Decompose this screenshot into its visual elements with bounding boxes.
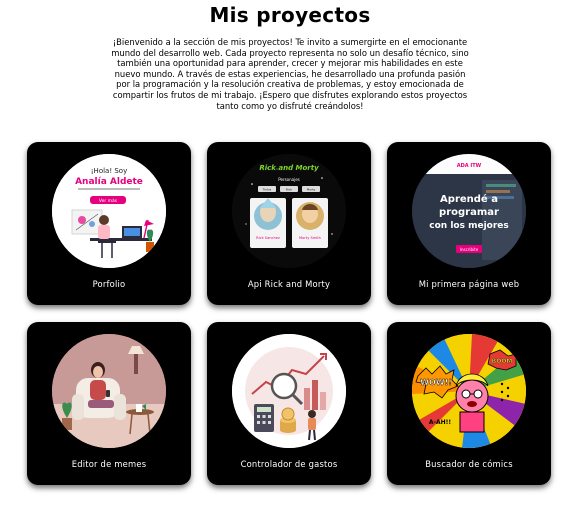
- rick-morty-subtitle: Personajes: [278, 177, 300, 182]
- card-label-comic-search: Buscador de cómics: [425, 459, 513, 469]
- filter-morty: Morty: [307, 188, 316, 192]
- project-card-comic-search[interactable]: WOW!! BOOM A-AH!! Buscador de cómics: [387, 322, 551, 485]
- card-label-expense-tracker: Controlador de gastos: [240, 459, 338, 469]
- card-label-first-webpage: Mi primera página web: [418, 279, 520, 289]
- signup-button: Inscribite: [460, 247, 479, 252]
- brand-logo: ADA ITW: [457, 163, 482, 169]
- filter-all: Todos: [262, 188, 272, 192]
- char-card-1: Rick Sanchez: [256, 236, 280, 240]
- expense-tracker-thumbnail: [232, 334, 346, 448]
- char-card-2: Morty Smith: [299, 236, 321, 240]
- portfolio-greeting: ¡Hola! Soy: [91, 167, 128, 175]
- comic-search-thumbnail: WOW!! BOOM A-AH!!: [412, 334, 526, 448]
- card-label-meme-editor: Editor de memes: [71, 459, 147, 469]
- project-card-rick-and-morty[interactable]: Rick and Morty Personajes Todos Rick Mor…: [207, 142, 371, 305]
- project-card-expense-tracker[interactable]: Controlador de gastos: [207, 322, 371, 485]
- first-webpage-thumbnail: ADA ITW Aprendé a programar con los mejo…: [412, 154, 526, 268]
- comic-word-wow: WOW!!: [420, 378, 452, 387]
- page-title: Mis proyectos: [209, 3, 371, 27]
- comic-word-boom: BOOM: [492, 358, 513, 365]
- headline-3: con los mejores: [429, 221, 508, 231]
- comic-word-aah: A-AH!!: [429, 419, 451, 426]
- project-card-first-webpage[interactable]: ADA ITW Aprendé a programar con los mejo…: [387, 142, 551, 305]
- portfolio-name: Analía Aldete: [75, 177, 143, 187]
- headline-2: programar: [439, 207, 499, 218]
- rick-and-morty-thumbnail: Rick and Morty Personajes Todos Rick Mor…: [232, 154, 346, 268]
- filter-rick: Rick: [286, 188, 293, 192]
- headline-1: Aprendé a: [440, 193, 498, 205]
- portfolio-thumbnail: ¡Hola! Soy Analía Aldete Ver más: [52, 154, 166, 268]
- project-card-porfolio[interactable]: ¡Hola! Soy Analía Aldete Ver más Porfoli…: [27, 142, 191, 305]
- card-label-porfolio: Porfolio: [92, 279, 126, 289]
- rick-morty-logo: Rick and Morty: [259, 164, 319, 172]
- meme-editor-thumbnail: [52, 334, 166, 448]
- card-label-rick-and-morty: Api Rick and Morty: [247, 279, 331, 289]
- intro-paragraph: ¡Bienvenido a la sección de mis proyecto…: [111, 37, 469, 111]
- portfolio-button: Ver más: [99, 197, 118, 204]
- project-card-meme-editor[interactable]: Editor de memes: [27, 322, 191, 485]
